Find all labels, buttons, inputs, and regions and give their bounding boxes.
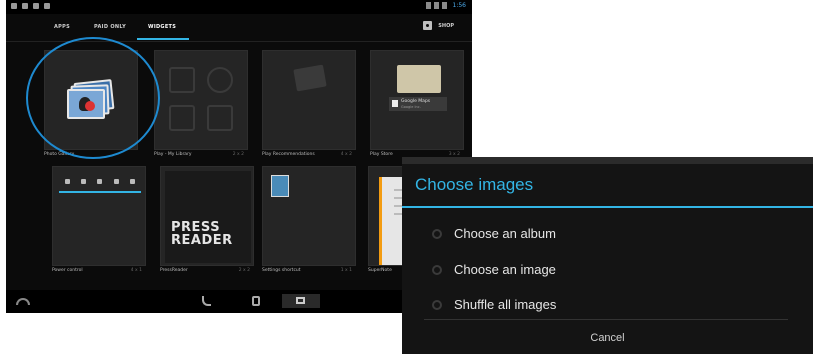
widget-preview: Google Maps Google Inc. [370, 50, 464, 150]
option-label: Choose an album [454, 226, 556, 241]
shop-label: SHOP [438, 22, 454, 29]
book-icon [169, 67, 195, 93]
app-icon [392, 100, 398, 107]
widget-size: 4 x 1 [130, 268, 142, 273]
dialog-top-strip [402, 157, 813, 164]
tab-apps[interactable]: APPS [54, 24, 70, 30]
wifi-icon [64, 179, 70, 184]
widget-size: 1 x 1 [340, 268, 352, 273]
status-bar: 1:56 [6, 0, 472, 14]
brightness-icon [113, 179, 119, 184]
widget-label: PressReader [160, 268, 188, 273]
tab-paid-only[interactable]: PAID ONLY [94, 24, 126, 30]
widget-power-control[interactable]: Power control 4 x 1 [52, 166, 146, 276]
pressreader-logo-text: PRESS READER [171, 220, 233, 248]
sync-icon [97, 179, 103, 184]
notification-icon [22, 3, 28, 9]
dialog-title-divider [402, 206, 813, 208]
choose-images-dialog: Choose images Choose an album Choose an … [402, 157, 813, 354]
tab-selected-indicator [137, 38, 189, 40]
widget-preview [262, 50, 356, 150]
option-choose-image[interactable]: Choose an image [402, 256, 813, 286]
dialog-title: Choose images [415, 175, 534, 194]
app-card-title: Google Maps [401, 99, 431, 104]
map-thumbnail [397, 65, 441, 93]
shop-icon [423, 21, 433, 30]
recent-apps-icon[interactable] [282, 294, 320, 308]
highlight-circle [26, 37, 160, 159]
radio-button[interactable] [432, 265, 442, 275]
cancel-divider [424, 319, 788, 320]
wifi-icon [433, 2, 439, 9]
option-label: Choose an image [454, 262, 556, 277]
widget-settings-shortcut[interactable]: Settings shortcut 1 x 1 [262, 166, 356, 276]
notification-icon [33, 3, 39, 9]
option-choose-album[interactable]: Choose an album [402, 220, 813, 250]
option-shuffle-all-images[interactable]: Shuffle all images [402, 291, 813, 321]
widget-pressreader[interactable]: PRESS READER PressReader 2 x 2 [160, 166, 254, 276]
widget-label: Play Recommendations [262, 152, 315, 157]
widget-label: Play Store [370, 152, 393, 157]
widget-preview [262, 166, 356, 266]
shop-button[interactable]: SHOP [423, 21, 454, 30]
app-card-subtitle: Google Inc. [401, 105, 421, 109]
option-label: Shuffle all images [454, 297, 557, 312]
radio-button[interactable] [432, 229, 442, 239]
home-icon[interactable] [252, 296, 260, 306]
sound-icon [130, 179, 136, 184]
widget-size: 2 x 2 [232, 152, 244, 157]
widget-play-recommendations[interactable]: Play Recommendations 4 x 2 [262, 50, 356, 160]
pressreader-logo [165, 171, 251, 263]
widget-size: 4 x 2 [340, 152, 352, 157]
magazine-icon [207, 105, 233, 131]
cancel-button[interactable]: Cancel [402, 324, 813, 352]
film-icon [169, 105, 195, 131]
notification-icon [44, 3, 50, 9]
widget-label: SuperNote [368, 268, 392, 273]
widget-label: Power control [52, 268, 83, 273]
widget-label: Settings shortcut [262, 268, 301, 273]
widget-play-my-library[interactable]: Play - My Library 2 x 2 [154, 50, 248, 160]
widget-preview [52, 166, 146, 266]
notification-icon [11, 3, 17, 9]
bluetooth-icon [81, 179, 87, 184]
recommendation-icon [293, 64, 327, 92]
widget-play-store[interactable]: Google Maps Google Inc. Play Store 3 x 2 [370, 50, 464, 160]
power-control-indicator [59, 191, 141, 193]
radio-button[interactable] [432, 300, 442, 310]
tab-widgets[interactable]: WIDGETS [148, 24, 176, 30]
settings-icon [271, 175, 289, 197]
bluetooth-icon [425, 2, 431, 9]
widget-preview: PRESS READER [160, 166, 254, 266]
headphones-icon [207, 67, 233, 93]
status-time: 1:56 [452, 2, 466, 9]
back-icon[interactable] [202, 296, 211, 306]
asus-menu-icon[interactable] [16, 298, 30, 305]
widget-size: 2 x 2 [238, 268, 250, 273]
widget-preview [154, 50, 248, 150]
battery-icon [441, 2, 447, 9]
widget-label: Play - My Library [154, 152, 192, 157]
